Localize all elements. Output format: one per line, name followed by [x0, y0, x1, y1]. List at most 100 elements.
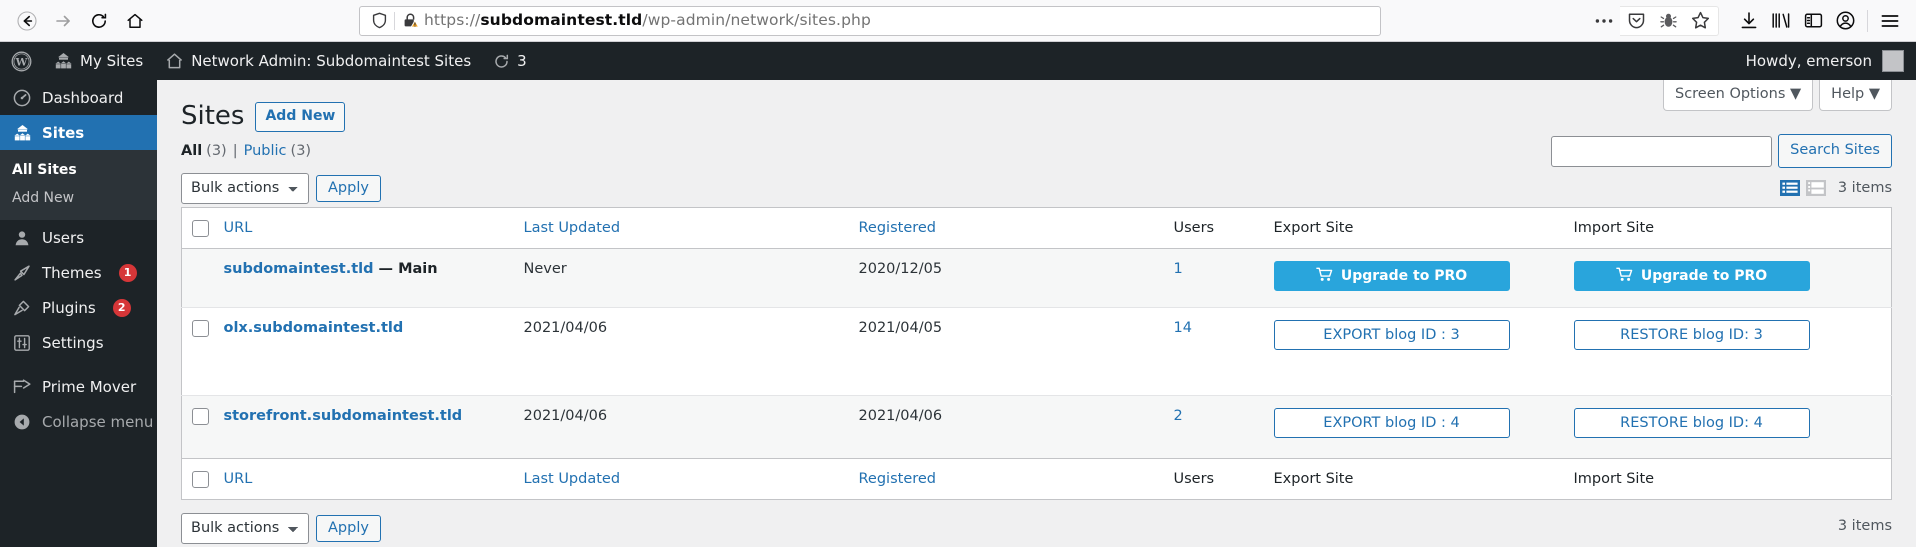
column-header-registered[interactable]: Registered — [858, 207, 1174, 250]
site-main-tag: — Main — [373, 261, 438, 278]
sidebar-item-plugins[interactable]: Plugins 2 — [0, 290, 157, 325]
admin-body: Dashboard Sites All Sites Add New Users … — [0, 80, 1916, 547]
help-button[interactable]: Help ▼ — [1819, 80, 1892, 111]
row-users-link[interactable]: 14 — [1174, 320, 1192, 336]
row-last-updated: 2021/04/06 — [523, 395, 859, 459]
column-header-last-updated[interactable]: Last Updated — [523, 207, 859, 250]
wp-logo-menu[interactable]: W — [0, 42, 43, 80]
sidebar-item-label: Dashboard — [42, 88, 124, 107]
column-header-url[interactable]: URL — [223, 207, 524, 250]
collapse-arrow-icon — [12, 413, 32, 431]
sidebar-item-themes[interactable]: Themes 1 — [0, 255, 157, 290]
page-actions-ellipsis-icon[interactable] — [1588, 5, 1620, 37]
sidebar-item-users[interactable]: Users — [0, 220, 157, 255]
network-admin-site-name[interactable]: Network Admin: Subdomaintest Sites — [154, 42, 482, 80]
url-host: subdomaintest.tld — [480, 10, 643, 29]
hamburger-menu-icon[interactable] — [1874, 5, 1906, 37]
filter-public-link[interactable]: Public — [244, 143, 287, 159]
search-input[interactable] — [1551, 135, 1773, 167]
row-import-cell: RESTORE blog ID: 4 — [1573, 395, 1892, 459]
sidebar-submenu-add-new[interactable]: Add New — [0, 184, 157, 212]
export-blog-button[interactable]: EXPORT blog ID : 4 — [1273, 408, 1510, 439]
sidebar-submenu-all-sites[interactable]: All Sites — [0, 156, 157, 184]
avatar — [1882, 50, 1904, 72]
site-url-link[interactable]: subdomaintest.tld — Main — [224, 261, 438, 277]
sidebar-item-settings[interactable]: Settings — [0, 325, 157, 360]
column-header-export-site: Export Site — [1273, 207, 1574, 250]
row-checkbox-placeholder — [192, 261, 209, 278]
column-footer-last-updated[interactable]: Last Updated — [523, 458, 859, 500]
row-users-link[interactable]: 2 — [1174, 408, 1183, 424]
list-view-icon[interactable] — [1779, 177, 1801, 199]
page-title: Sites — [181, 101, 245, 131]
tablenav-top-right: 3 items — [1779, 172, 1892, 204]
row-select-checkbox[interactable] — [192, 320, 209, 338]
export-blog-button[interactable]: EXPORT blog ID : 3 — [1273, 320, 1510, 351]
row-users-link[interactable]: 1 — [1174, 261, 1183, 277]
sidebar-item-prime-mover[interactable]: Prime Mover — [0, 369, 157, 404]
collapse-menu-button[interactable]: Collapse menu — [0, 404, 157, 439]
home-button[interactable] — [118, 4, 152, 38]
bulk-actions-select-bottom[interactable]: Bulk actions — [181, 512, 309, 544]
filter-public[interactable]: Public (3) — [244, 143, 311, 159]
row-select-checkbox[interactable] — [192, 408, 209, 426]
site-home-icon — [165, 52, 184, 70]
tablenav-bottom: Bulk actions Apply 3 items — [181, 512, 1892, 544]
updates-menu[interactable]: 3 — [482, 42, 538, 80]
filter-all-link[interactable]: All — [181, 143, 202, 159]
search-sites-button[interactable]: Search Sites — [1778, 134, 1892, 169]
row-export-cell: EXPORT blog ID : 3 — [1273, 307, 1574, 396]
restore-blog-button[interactable]: RESTORE blog ID: 4 — [1573, 408, 1810, 439]
column-header-import-site: Import Site — [1573, 207, 1892, 250]
row-registered: 2021/04/06 — [858, 395, 1174, 459]
apply-button-top[interactable]: Apply — [316, 174, 381, 202]
admin-bar-account[interactable]: Howdy, emerson — [1746, 42, 1904, 80]
my-sites-menu[interactable]: My Sites — [43, 42, 154, 80]
select-all-checkbox-top[interactable] — [192, 219, 209, 237]
add-new-site-button[interactable]: Add New — [255, 101, 346, 132]
my-sites-label: My Sites — [80, 52, 144, 70]
reload-button[interactable] — [82, 4, 116, 38]
select-all-header — [181, 207, 224, 250]
site-url-link[interactable]: olx.subdomaintest.tld — [224, 320, 404, 336]
sites-table: URL Last Updated Registered Users Export… — [181, 207, 1892, 501]
address-bar[interactable]: https://subdomaintest.tld/wp-admin/netwo… — [359, 5, 1381, 36]
pocket-icon[interactable] — [1620, 5, 1652, 37]
plugins-update-badge: 2 — [112, 298, 131, 317]
site-url-link[interactable]: storefront.subdomaintest.tld — [224, 408, 463, 424]
select-all-checkbox-bottom[interactable] — [192, 470, 209, 488]
back-button[interactable] — [10, 4, 44, 38]
debugger-bug-icon[interactable] — [1652, 5, 1684, 37]
row-users-cell: 1 — [1173, 248, 1274, 308]
downloads-arrow-icon[interactable] — [1733, 5, 1765, 37]
filter-all[interactable]: All (3) — [181, 143, 227, 159]
browser-toolbar: https://subdomaintest.tld/wp-admin/netwo… — [0, 0, 1916, 42]
apply-button-bottom[interactable]: Apply — [316, 514, 381, 542]
row-import-cell: RESTORE blog ID: 3 — [1573, 307, 1892, 396]
library-icon[interactable] — [1765, 5, 1797, 37]
restore-blog-button[interactable]: RESTORE blog ID: 3 — [1573, 320, 1810, 351]
import-upgrade-to-pro-button[interactable]: Upgrade to PRO — [1573, 261, 1810, 292]
export-upgrade-to-pro-button[interactable]: Upgrade to PRO — [1273, 261, 1510, 292]
bulk-actions-select-top[interactable]: Bulk actions — [181, 172, 309, 204]
sidebars-icon[interactable] — [1797, 5, 1829, 37]
tracking-protection-shield-icon[interactable] — [366, 12, 392, 29]
excerpt-view-icon[interactable] — [1805, 177, 1827, 199]
screen-options-button[interactable]: Screen Options ▼ — [1662, 80, 1814, 111]
search-box: Search Sites — [1551, 134, 1892, 169]
insecure-lock-warning-icon[interactable] — [400, 12, 422, 29]
sidebar-item-dashboard[interactable]: Dashboard — [0, 80, 157, 115]
sidebar-item-sites[interactable]: Sites — [0, 115, 157, 150]
star-bookmark-icon[interactable] — [1684, 5, 1716, 37]
column-footer-registered[interactable]: Registered — [858, 458, 1174, 500]
toolbar-divider — [1867, 9, 1868, 32]
cart-icon — [1316, 267, 1333, 286]
prime-mover-icon — [12, 378, 32, 396]
account-circle-icon[interactable] — [1829, 5, 1861, 37]
users-icon — [12, 229, 32, 247]
admin-content: Screen Options ▼ Help ▼ Sites Add New Se… — [157, 80, 1916, 547]
url-text: https://subdomaintest.tld/wp-admin/netwo… — [422, 10, 871, 29]
svg-text:W: W — [15, 56, 28, 68]
column-footer-url[interactable]: URL — [223, 458, 524, 500]
forward-button[interactable] — [46, 4, 80, 38]
